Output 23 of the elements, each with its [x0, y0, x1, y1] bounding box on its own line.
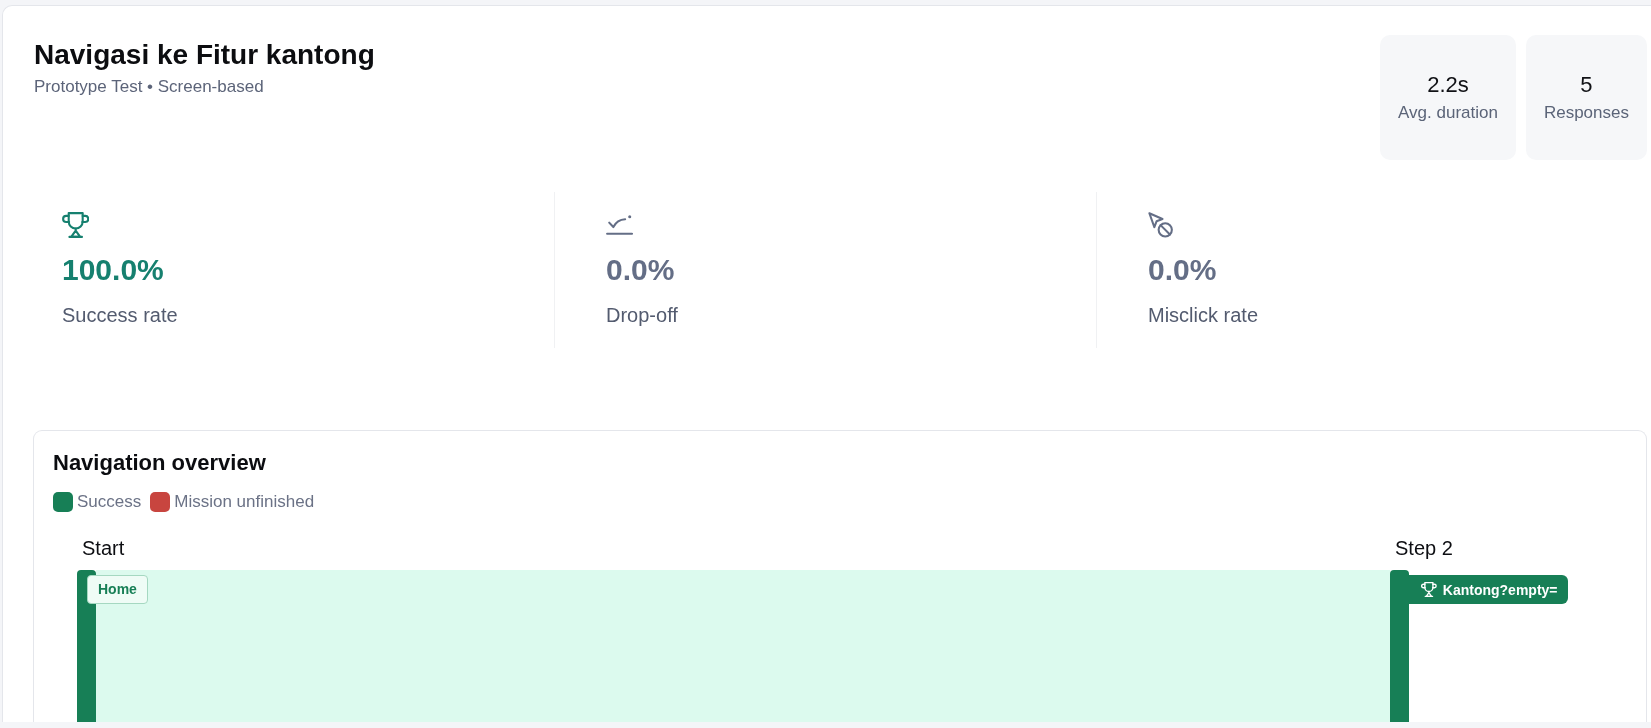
test-type-subtitle: Prototype Test • Screen-based [34, 77, 264, 97]
section-title: Navigation overview [53, 450, 266, 476]
step-label: Step 2 [1394, 537, 1453, 559]
stat-label: Avg. duration [1398, 103, 1498, 123]
trophy-icon [1421, 582, 1437, 597]
stat-value: 5 [1580, 72, 1593, 98]
legend-label: Success [77, 492, 142, 512]
cursor-prohibited-icon [1148, 212, 1174, 238]
metric-label: Success rate [62, 303, 178, 327]
legend-label: Mission unfinished [174, 492, 315, 512]
bounce-curve-icon [606, 215, 634, 235]
trophy-icon [62, 212, 90, 238]
stat-value: 2.2s [1427, 72, 1469, 98]
metric-value: 100.0% [62, 252, 164, 288]
metric-value: 0.0% [1148, 252, 1217, 288]
metric-label: Misclick rate [1148, 303, 1258, 327]
screen-tag[interactable]: Home [87, 575, 148, 604]
metric-label: Drop-off [606, 303, 678, 327]
metric-value: 0.0% [606, 252, 675, 288]
page-title: Navigasi ke Fitur kantong [34, 39, 375, 71]
goal-screen-tag[interactable]: Kantong?empty= [1409, 575, 1568, 604]
stat-label: Responses [1543, 103, 1629, 123]
step-label: Start [81, 537, 125, 559]
